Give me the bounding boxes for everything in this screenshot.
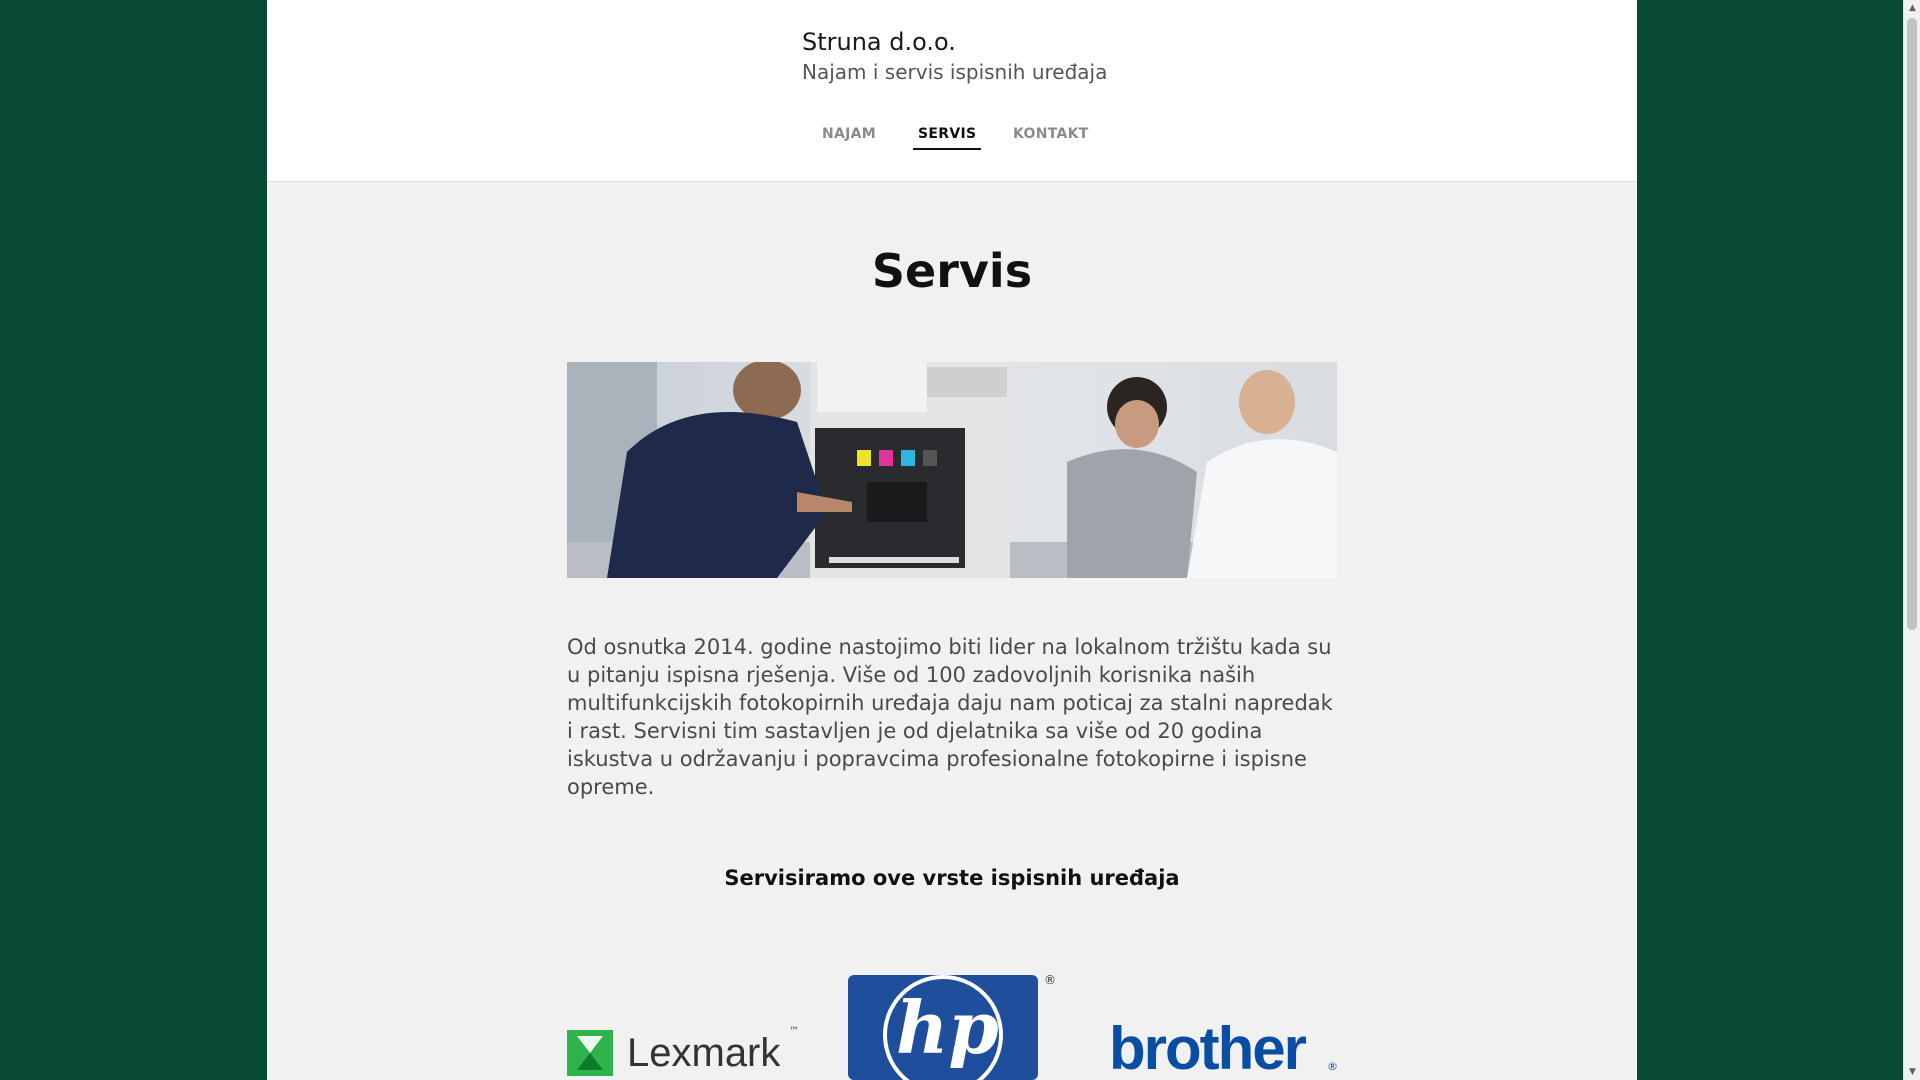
lexmark-logo: Lexmark ™ xyxy=(567,1026,807,1076)
brands-heading: Servisiramo ove vrste ispisnih uređaja xyxy=(724,866,1180,890)
intro-paragraph: Od osnutka 2014. godine nastojimo biti l… xyxy=(567,635,1333,799)
brother-wordmark: brother xyxy=(1109,1015,1307,1080)
lexmark-mark-icon xyxy=(567,1030,613,1076)
brother-registered-mark: ® xyxy=(1327,1060,1338,1073)
lexmark-trademark: ™ xyxy=(789,1026,799,1037)
main-navigation: NAJAM SERVIS KONTAKT xyxy=(267,126,1637,156)
scroll-down-arrow-icon[interactable]: ▼ xyxy=(1904,1064,1920,1080)
page-container: Struna d.o.o. Najam i servis ispisnih ur… xyxy=(267,0,1637,1080)
nav-item-servis[interactable]: SERVIS xyxy=(913,126,982,150)
site-brand-name[interactable]: Struna d.o.o. xyxy=(802,28,956,56)
hero-image xyxy=(567,362,1337,578)
lexmark-wordmark: Lexmark xyxy=(627,1031,781,1075)
hp-wordmark: hp xyxy=(896,985,999,1070)
site-header: Struna d.o.o. Najam i servis ispisnih ur… xyxy=(267,0,1637,182)
nav-item-kontakt[interactable]: KONTAKT xyxy=(1013,126,1089,148)
nav-item-najam[interactable]: NAJAM xyxy=(822,126,876,148)
page-title: Servis xyxy=(871,244,1033,298)
vertical-scrollbar[interactable]: ▲ ▼ xyxy=(1903,0,1920,1080)
site-tagline: Najam i servis ispisnih uređaja xyxy=(802,60,1108,84)
hp-logo: hp ® xyxy=(848,973,1058,1080)
scrollbar-thumb[interactable] xyxy=(1907,18,1917,630)
brother-logo: brother ® xyxy=(1109,1018,1339,1080)
scroll-up-arrow-icon[interactable]: ▲ xyxy=(1904,0,1920,16)
technician-servicing-printer-photo xyxy=(567,362,1337,578)
hp-registered-mark: ® xyxy=(1044,973,1056,987)
